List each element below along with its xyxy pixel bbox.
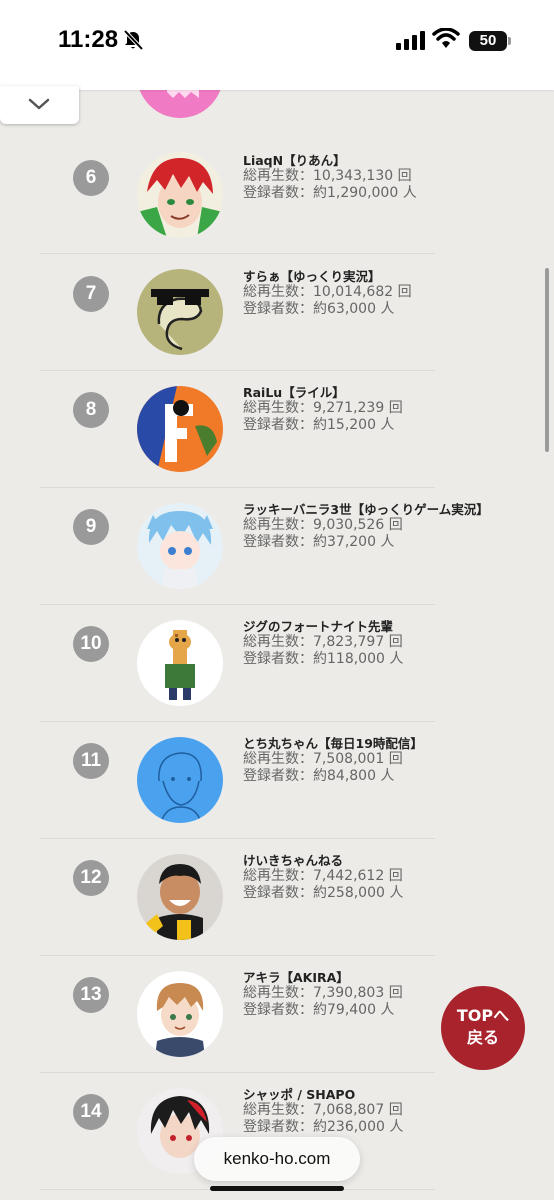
rank-badge: 10: [73, 626, 109, 662]
subscriber-count: 登録者数：約1,290,000 人: [243, 185, 417, 201]
home-indicator[interactable]: [210, 1186, 344, 1191]
channel-info: けいきちゃんねる 総再生数：7,442,612 回 登録者数：約258,000 …: [243, 850, 403, 902]
back-to-top-label-line1: TOPへ: [456, 1006, 510, 1025]
channel-name[interactable]: すらぁ【ゆっくり実況】: [243, 266, 412, 284]
channel-info: アキラ【AKIRA】 総再生数：7,390,803 回 登録者数：約79,400…: [243, 967, 403, 1019]
channel-info: シャッポ / SHAPO 総再生数：7,068,807 回 登録者数：約236,…: [243, 1084, 403, 1136]
subscriber-count: 登録者数：約258,000 人: [243, 885, 404, 901]
subscriber-count: 登録者数：約63,000 人: [243, 301, 395, 317]
subscriber-count: 登録者数：約15,200 人: [243, 417, 395, 433]
scrollbar-thumb[interactable]: [545, 268, 549, 452]
rank-badge: 7: [73, 276, 109, 312]
subscriber-count: 登録者数：約118,000 人: [243, 651, 404, 667]
total-views: 総再生数：9,030,526 回: [243, 517, 403, 533]
rank-badge: 12: [73, 860, 109, 896]
chevron-down-icon: [28, 98, 50, 110]
ranking-row[interactable]: 12 けいきちゃんねる 総再生数：7,442,612 回 登録者数：約258,0…: [40, 839, 435, 956]
channel-avatar[interactable]: [137, 503, 223, 589]
total-views: 総再生数：7,390,803 回: [243, 985, 403, 1001]
ranking-row[interactable]: 7 すらぁ【ゆっくり実況】 総再生数：10,014,682 回 登録者数：約63…: [40, 254, 435, 371]
channel-info: LiaqN【りあん】 総再生数：10,343,130 回 登録者数：約1,290…: [243, 150, 417, 202]
total-views: 総再生数：9,271,239 回: [243, 400, 403, 416]
rank-badge: 14: [73, 1094, 109, 1130]
channel-avatar[interactable]: [137, 269, 223, 355]
ranking-row[interactable]: 13 アキラ【AKIRA】 総再生数：7,390,803 回 登録者数：約79,…: [40, 956, 435, 1073]
collapse-toggle-button[interactable]: [0, 86, 79, 124]
channel-name[interactable]: アキラ【AKIRA】: [243, 967, 403, 985]
ranking-row[interactable]: 6 LiaqN【りあん】 総再生数：10,343,130 回 登録者数：約1,2…: [40, 137, 435, 254]
total-views: 総再生数：7,442,612 回: [243, 868, 403, 884]
ranking-row[interactable]: 11 とち丸ちゃん【毎日19時配信】 総再生数：7,508,001 回 登録者数…: [40, 722, 435, 839]
channel-avatar[interactable]: [137, 971, 223, 1057]
subscriber-count: 登録者数：約37,200 人: [243, 534, 395, 550]
channel-info: ラッキーバニラ3世【ゆっくりゲーム実況】 総再生数：9,030,526 回 登録…: [243, 499, 489, 551]
total-views: 総再生数：7,823,797 回: [243, 634, 403, 650]
channel-name[interactable]: シャッポ / SHAPO: [243, 1084, 403, 1102]
rank-badge: 11: [73, 743, 109, 779]
channel-avatar[interactable]: [137, 737, 223, 823]
channel-name[interactable]: けいきちゃんねる: [243, 850, 403, 868]
subscriber-count: 登録者数：約84,800 人: [243, 768, 395, 784]
channel-name[interactable]: とち丸ちゃん【毎日19時配信】: [243, 733, 423, 751]
wifi-icon: [432, 28, 460, 48]
ranking-row[interactable]: 8 RaiLu【ライル】 総再生数：9,271,239 回 登録者数：約15,2…: [40, 371, 435, 488]
back-to-top-button[interactable]: TOPへ 戻る: [441, 986, 525, 1070]
battery-icon: 50: [469, 31, 507, 51]
rank-badge: 6: [73, 160, 109, 196]
status-time: 11:28: [58, 26, 119, 53]
channel-avatar[interactable]: [137, 152, 223, 238]
bell-muted-icon: [123, 29, 144, 51]
channel-name[interactable]: ジグのフォートナイト先輩: [243, 616, 403, 634]
channel-avatar[interactable]: [137, 620, 223, 706]
address-bar[interactable]: kenko-ho.com: [194, 1137, 360, 1181]
ranking-row[interactable]: 9 ラッキーバニラ3世【ゆっくりゲーム実況】 総再生数：9,030,526 回 …: [40, 488, 489, 605]
channel-info: とち丸ちゃん【毎日19時配信】 総再生数：7,508,001 回 登録者数：約8…: [243, 733, 423, 785]
channel-avatar[interactable]: [137, 854, 223, 940]
channel-name[interactable]: LiaqN【りあん】: [243, 150, 417, 168]
subscriber-count: 登録者数：約236,000 人: [243, 1119, 404, 1135]
back-to-top-label-line2: 戻る: [466, 1028, 499, 1047]
rank-badge: 8: [73, 392, 109, 428]
total-views: 総再生数：7,068,807 回: [243, 1102, 403, 1118]
ranking-row[interactable]: 10 ジグのフォートナイト先輩 総再生数：7,823,797 回 登録者数：約1…: [40, 605, 435, 722]
rank-badge: 13: [73, 977, 109, 1013]
battery-nub: [508, 37, 511, 45]
channel-info: すらぁ【ゆっくり実況】 総再生数：10,014,682 回 登録者数：約63,0…: [243, 266, 412, 318]
rank-badge: 9: [73, 509, 109, 545]
channel-name[interactable]: ラッキーバニラ3世【ゆっくりゲーム実況】: [243, 499, 489, 517]
status-bar: 11:28 50: [0, 0, 554, 90]
total-views: 総再生数：10,343,130 回: [243, 168, 412, 184]
channel-info: RaiLu【ライル】 総再生数：9,271,239 回 登録者数：約15,200…: [243, 382, 403, 434]
total-views: 総再生数：7,508,001 回: [243, 751, 403, 767]
subscriber-count: 登録者数：約79,400 人: [243, 1002, 395, 1018]
channel-name[interactable]: RaiLu【ライル】: [243, 382, 403, 400]
total-views: 総再生数：10,014,682 回: [243, 284, 412, 300]
cellular-signal-icon: [396, 31, 425, 50]
channel-avatar[interactable]: [137, 386, 223, 472]
channel-info: ジグのフォートナイト先輩 総再生数：7,823,797 回 登録者数：約118,…: [243, 616, 403, 668]
